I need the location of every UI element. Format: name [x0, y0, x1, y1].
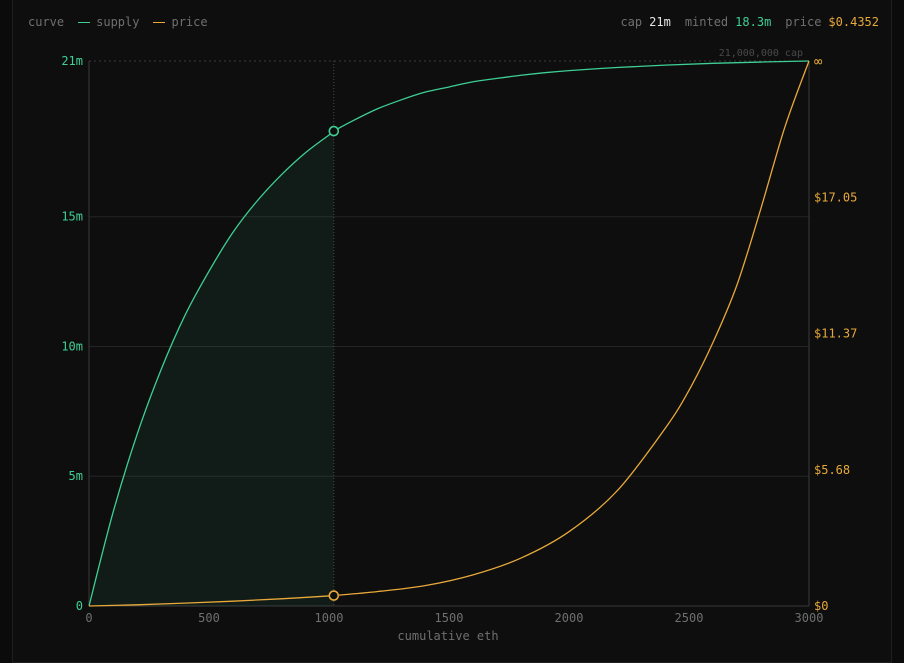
marker-point-price [328, 590, 340, 601]
x-tick-label-0: 0 [85, 611, 92, 625]
y-left-tick-label-0: 0 [76, 599, 83, 613]
x-tick-label-2000: 2000 [555, 611, 584, 625]
y-left-tick-label-2: 10m [61, 339, 83, 353]
y-left-tick-label-1: 5m [69, 469, 83, 483]
y-left-tick-label-3: 15m [61, 210, 83, 224]
cap-line-label: 21,000,000 cap [719, 48, 803, 59]
y-right-tick-label-3: $17.05 [814, 190, 857, 204]
y-right-tick-label-4: ∞ [814, 54, 823, 70]
x-tick-label-1000: 1000 [315, 611, 344, 625]
x-tick-label-500: 500 [198, 611, 220, 625]
y-right-tick-label-0: $0 [814, 599, 828, 613]
bonding-curve-chart: 21,000,000 cap 0 500 1000 1500 2000 2500 3000 0 5… [61, 48, 857, 643]
x-tick-label-1500: 1500 [435, 611, 464, 625]
x-axis-label: cumulative eth [397, 629, 498, 643]
x-tick-label-2500: 2500 [675, 611, 704, 625]
series-layer [88, 60, 810, 607]
y-right-tick-label-2: $11.37 [814, 327, 857, 341]
minted-area [89, 131, 334, 607]
y-left-tick-label-4: 21m [61, 54, 83, 68]
y-right-tick-label-1: $5.68 [814, 463, 850, 477]
marker-point-supply [328, 125, 340, 137]
x-tick-label-3000: 3000 [795, 611, 824, 625]
